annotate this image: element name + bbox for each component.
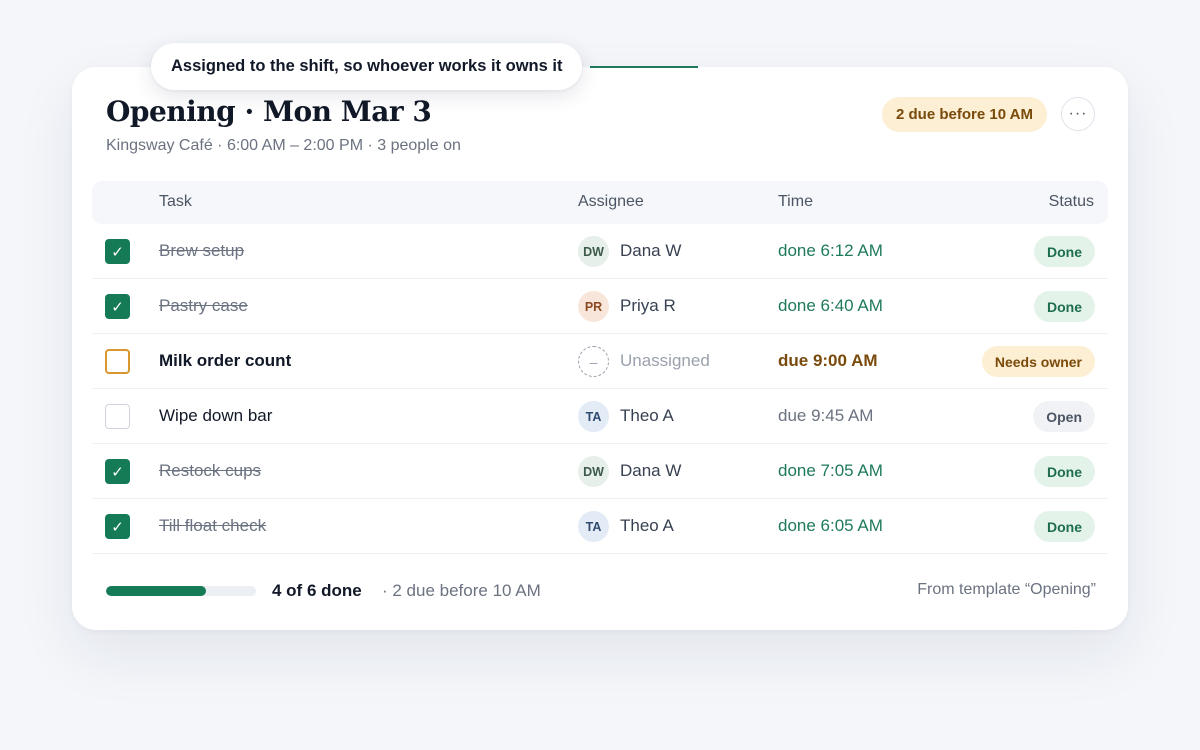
task-time: done 6:12 AM: [778, 241, 883, 260]
task-time: done 6:40 AM: [778, 296, 883, 315]
assignee-name[interactable]: Dana W: [620, 241, 681, 261]
table-row[interactable]: ✓ Till float check TA Theo A done 6:05 AM Don…: [92, 499, 1108, 554]
assignee-name[interactable]: Theo A: [620, 516, 674, 536]
checkbox-checked[interactable]: ✓: [105, 514, 130, 539]
template-source[interactable]: From template “Opening”: [917, 581, 1096, 599]
task-time: done 6:05 AM: [778, 516, 883, 535]
task-name[interactable]: Milk order count: [159, 351, 291, 371]
due-note: · 2 due before 10 AM: [382, 581, 541, 600]
check-icon: ✓: [111, 518, 124, 536]
status-badge: Done: [1034, 511, 1095, 542]
checkbox-checked[interactable]: ✓: [105, 239, 130, 264]
table-row[interactable]: Wipe down bar TA Theo A due 9:45 AM Open: [92, 389, 1108, 444]
task-name[interactable]: Pastry case: [159, 296, 248, 316]
more-options-button[interactable]: ···: [1061, 97, 1095, 131]
check-icon: ✓: [111, 243, 124, 261]
table-row[interactable]: ✓ Pastry case PR Priya R done 6:40 AM Done: [92, 279, 1108, 334]
table-header: Task Assignee Time Status: [92, 181, 1108, 224]
table-row[interactable]: ✓ Brew setup DW Dana W done 6:12 AM Done: [92, 224, 1108, 279]
due-summary-badge: 2 due before 10 AM: [882, 97, 1047, 132]
check-icon: ✓: [111, 298, 124, 316]
progress-bar: [106, 586, 256, 596]
tooltip-connector: [590, 66, 698, 68]
status-badge: Done: [1034, 236, 1095, 267]
task-time: due 9:00 AM: [778, 351, 878, 370]
column-header-assignee[interactable]: Assignee: [578, 193, 644, 211]
avatar[interactable]: TA: [578, 401, 609, 432]
task-name[interactable]: Wipe down bar: [159, 406, 272, 426]
owner-tooltip: Assigned to the shift, so whoever works …: [151, 43, 583, 90]
task-name[interactable]: Till float check: [159, 516, 266, 536]
column-header-status[interactable]: Status: [1049, 193, 1094, 211]
progress-fill: [106, 586, 207, 596]
check-icon: ✓: [111, 463, 124, 481]
column-header-task[interactable]: Task: [159, 193, 192, 211]
checklist-footer: 4 of 6 done · 2 due before 10 AM From te…: [106, 577, 1096, 607]
avatar[interactable]: DW: [578, 236, 609, 267]
shift-subtitle: Kingsway Café · 6:00 AM – 2:00 PM · 3 pe…: [106, 137, 461, 154]
assignee-name[interactable]: Dana W: [620, 461, 681, 481]
status-badge: Done: [1034, 456, 1095, 487]
avatar[interactable]: TA: [578, 511, 609, 542]
checkbox-unchecked[interactable]: [105, 404, 130, 429]
checkbox-unchecked[interactable]: [105, 349, 130, 374]
checkbox-checked[interactable]: ✓: [105, 294, 130, 319]
task-list: ✓ Brew setup DW Dana W done 6:12 AM Done ✓ Past…: [92, 224, 1108, 554]
assignee-name[interactable]: Theo A: [620, 406, 674, 426]
table-row[interactable]: ✓ Restock cups DW Dana W done 7:05 AM Done: [92, 444, 1108, 499]
assignee-name[interactable]: Unassigned: [620, 351, 710, 371]
task-name[interactable]: Brew setup: [159, 241, 244, 261]
avatar[interactable]: DW: [578, 456, 609, 487]
task-time: due 9:45 AM: [778, 406, 874, 425]
avatar[interactable]: PR: [578, 291, 609, 322]
table-row[interactable]: Milk order count – Unassigned due 9:00 AM Ne…: [92, 334, 1108, 389]
column-header-time[interactable]: Time: [778, 193, 813, 211]
assignee-name[interactable]: Priya R: [620, 296, 676, 316]
page-title: Opening · Mon Mar 3: [106, 95, 432, 128]
task-name[interactable]: Restock cups: [159, 461, 261, 481]
checkbox-checked[interactable]: ✓: [105, 459, 130, 484]
status-badge: Open: [1033, 401, 1095, 432]
status-badge: Done: [1034, 291, 1095, 322]
more-horizontal-icon: ···: [1068, 105, 1088, 122]
task-time: done 7:05 AM: [778, 461, 883, 480]
checklist-card: Opening · Mon Mar 3 Kingsway Café · 6:00…: [72, 67, 1128, 630]
done-count: 4 of 6 done: [272, 581, 362, 600]
unassigned-avatar[interactable]: –: [578, 346, 609, 377]
tooltip-text: Assigned to the shift, so whoever works …: [171, 57, 563, 75]
status-badge: Needs owner: [981, 346, 1095, 377]
